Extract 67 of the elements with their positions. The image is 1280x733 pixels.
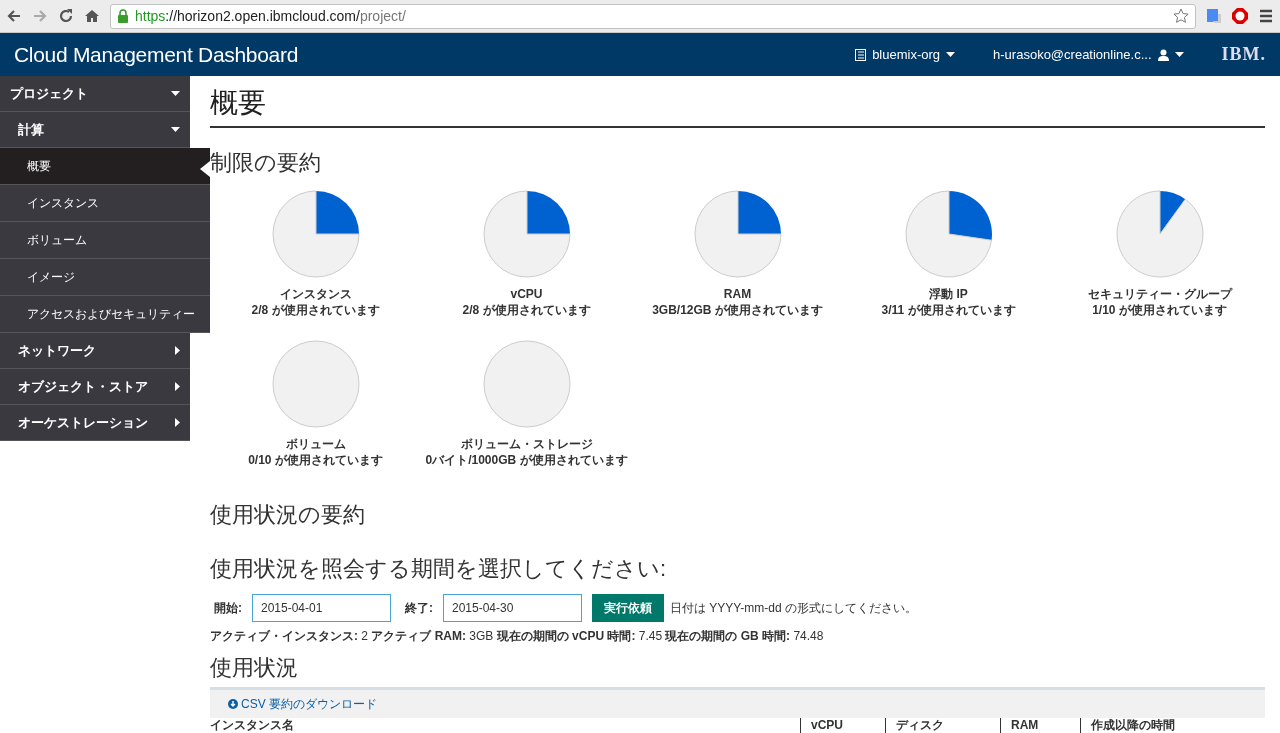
star-icon[interactable] [1173,8,1189,24]
quota-usage: 2/8 が使用されています [251,302,380,318]
submit-button[interactable]: 実行依頼 [592,594,664,622]
app-title: Cloud Management Dashboard [14,42,300,67]
quota-name: ボリューム [285,436,346,452]
column-header: RAM [1000,718,1080,733]
quota-usage: 0/10 が使用されています [248,452,383,468]
section-title: 制限の要約 [210,149,322,177]
sidebar-item[interactable]: 計算 [0,112,190,148]
quota-usage: 0バイト/1000GB が使用されています [425,452,628,468]
sidebar-item[interactable]: ボリューム [0,222,210,259]
sidebar-item[interactable]: ネットワーク [0,333,190,369]
usage-stats: アクティブ・インスタンス: 2 アクティブ RAM: 3GB 現在の期間の vCPU 時間: 7.45 現在の期間の GB 時間: 74.48 [210,628,825,645]
sidebar-item[interactable]: イメージ [0,259,210,296]
caret-right-icon [175,346,180,355]
quota-name: ボリューム・ストレージ [460,436,593,452]
download-icon [228,699,238,709]
home-icon[interactable] [84,8,100,24]
quota-name: RAM [723,286,752,302]
quota-usage: 2/8 が使用されています [462,302,591,318]
quota-name: インスタンス [279,286,352,302]
caret-right-icon [175,418,180,427]
lock-icon [117,9,129,23]
column-header: 作成以降の時間 [1080,718,1265,733]
caret-down-icon [171,91,180,96]
quota-name: vCPU [510,286,543,302]
user-icon [1157,48,1169,61]
translate-icon[interactable] [1206,8,1222,24]
section-title: 使用状況の要約 [210,501,366,529]
sidebar-item[interactable]: アクセスおよびセキュリティー [0,296,210,333]
sidebar-item[interactable]: プロジェクト [0,76,190,112]
sidebar-item[interactable]: オーケストレーション [0,405,190,441]
stop-icon[interactable] [1232,8,1248,24]
caret-right-icon [175,382,180,391]
pointer-icon [200,161,210,177]
user-menu[interactable]: h-urasoko@creationline.c... [993,47,1184,62]
sidebar-item[interactable]: 概要 [0,148,210,185]
section-title: 使用状況 [210,654,299,682]
field-label: 終了: [405,599,433,617]
quota-name: 浮動 IP [929,286,968,302]
back-icon[interactable] [6,8,22,24]
org-menu[interactable]: bluemix-org [855,47,956,62]
start-date-field[interactable]: 2015-04-01 [252,594,391,622]
menu-icon[interactable] [1258,8,1274,24]
company-logo: IBM. [1221,44,1266,65]
sidebar-item[interactable]: オブジェクト・ストア [0,369,190,405]
caret-down-icon [1174,52,1184,57]
caret-down-icon [946,52,956,57]
list-icon [855,48,867,61]
quota-name: セキュリティー・グループ [1087,286,1232,302]
page-title: 概要 [210,84,1265,128]
quota-usage: 3/11 が使用されています [881,302,1016,318]
reload-icon[interactable] [58,8,74,24]
quota-usage: 3GB/12GB が使用されています [652,302,823,318]
download-link[interactable]: CSV 要約のダウンロード [228,695,377,713]
column-header: ディスク [885,718,1000,733]
column-header: インスタンス名 [210,718,295,733]
quota-usage: 1/10 が使用されています [1092,302,1227,318]
sidebar-item[interactable]: インスタンス [0,185,210,222]
section-title: 使用状況を照会する期間を選択してください: [210,555,668,583]
url-text: https://horizon2.open.ibmcloud.com/project/ [135,8,406,24]
caret-down-icon [171,127,180,132]
column-header: vCPU [800,718,885,733]
hint-text: 日付は YYYY-mm-dd の形式にしてください。 [670,599,917,617]
end-date-field[interactable]: 2015-04-30 [443,594,582,622]
address-bar[interactable]: https://horizon2.open.ibmcloud.com/project/ [110,3,1196,29]
field-label: 開始: [214,599,242,617]
